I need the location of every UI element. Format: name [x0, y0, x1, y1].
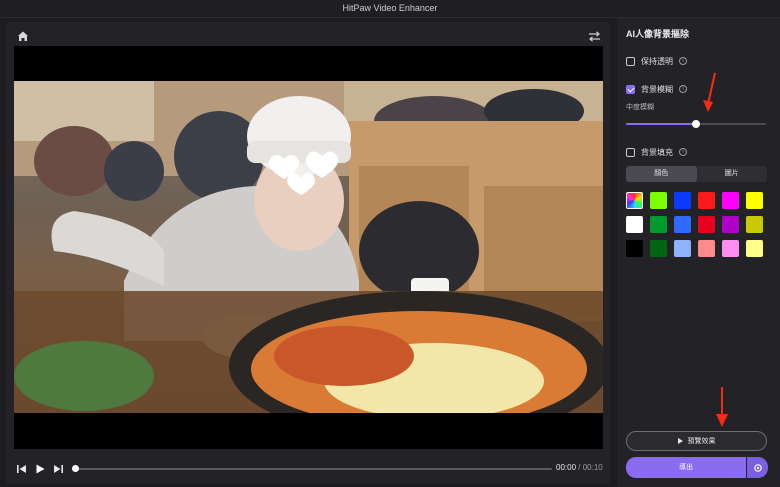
color-swatch[interactable]	[722, 216, 739, 233]
panel-title: AI人像背景摳除	[626, 29, 690, 39]
settings-panel: AI人像背景摳除 保持透明 i 背景模糊 i 中度模糊 背景填充 i 顏色 圖片…	[617, 18, 780, 487]
info-icon[interactable]: i	[679, 148, 687, 156]
keep-transparent-option[interactable]: 保持透明 i	[626, 55, 687, 67]
video-viewport[interactable]	[14, 46, 603, 449]
tab-image[interactable]: 圖片	[697, 166, 768, 182]
play-icon[interactable]	[34, 463, 46, 475]
blur-slider-knob[interactable]	[692, 120, 700, 128]
title-bar: HitPaw Video Enhancer	[0, 0, 780, 18]
fill-type-tabs: 顏色 圖片	[626, 166, 767, 182]
export-button[interactable]: 導出	[626, 457, 746, 478]
color-swatch[interactable]	[626, 240, 643, 257]
current-time: 00:00	[556, 463, 577, 472]
color-swatch[interactable]	[650, 216, 667, 233]
video-scene	[14, 81, 603, 413]
background-blur-option[interactable]: 背景模糊 i	[626, 83, 687, 95]
color-swatch[interactable]	[674, 216, 691, 233]
color-swatch[interactable]	[746, 240, 763, 257]
gear-icon	[753, 463, 762, 472]
color-swatch[interactable]	[674, 192, 691, 209]
color-swatch[interactable]	[698, 240, 715, 257]
color-swatch[interactable]	[698, 192, 715, 209]
color-swatch-grid	[626, 192, 767, 257]
color-swatch[interactable]	[698, 216, 715, 233]
background-blur-checkbox[interactable]	[626, 84, 635, 94]
previous-frame-icon[interactable]	[16, 463, 28, 475]
progress-knob[interactable]	[72, 465, 79, 472]
play-outline-icon	[677, 438, 683, 444]
background-fill-label: 背景填充	[641, 147, 673, 157]
compare-swap-icon[interactable]	[588, 31, 601, 42]
blur-level-label: 中度模糊	[626, 104, 654, 111]
background-fill-option[interactable]: 背景填充 i	[626, 146, 687, 158]
playback-controls: 00:00 / 00:10	[14, 460, 603, 478]
window-title: HitPaw Video Enhancer	[342, 3, 438, 13]
preview-effect-button[interactable]: 預覽效果	[626, 431, 767, 451]
color-swatch[interactable]	[650, 192, 667, 209]
color-swatch[interactable]	[650, 240, 667, 257]
time-readout: 00:00 / 00:10	[556, 463, 603, 472]
keep-transparent-label: 保持透明	[641, 56, 673, 66]
info-icon[interactable]: i	[679, 57, 687, 65]
preview-effect-label: 預覽效果	[687, 438, 716, 445]
time-separator: /	[576, 463, 583, 472]
color-swatch[interactable]	[746, 192, 763, 209]
export-settings-button[interactable]	[747, 457, 768, 478]
keep-transparent-checkbox[interactable]	[626, 56, 635, 66]
color-swatch[interactable]	[674, 240, 691, 257]
color-swatch[interactable]	[722, 240, 739, 257]
color-swatch[interactable]	[626, 192, 643, 209]
preview-area: 00:00 / 00:10	[6, 22, 610, 484]
background-blur-label: 背景模糊	[641, 84, 673, 94]
color-swatch[interactable]	[626, 216, 643, 233]
home-icon[interactable]	[17, 30, 29, 42]
tab-color[interactable]: 顏色	[626, 166, 697, 182]
next-frame-icon[interactable]	[52, 463, 64, 475]
video-frame	[14, 81, 603, 413]
background-fill-checkbox[interactable]	[626, 147, 635, 157]
progress-track[interactable]	[74, 468, 552, 470]
info-icon[interactable]: i	[679, 85, 687, 93]
color-swatch[interactable]	[746, 216, 763, 233]
color-swatch[interactable]	[722, 192, 739, 209]
total-time: 00:10	[582, 463, 603, 472]
blur-slider-fill	[626, 123, 696, 125]
